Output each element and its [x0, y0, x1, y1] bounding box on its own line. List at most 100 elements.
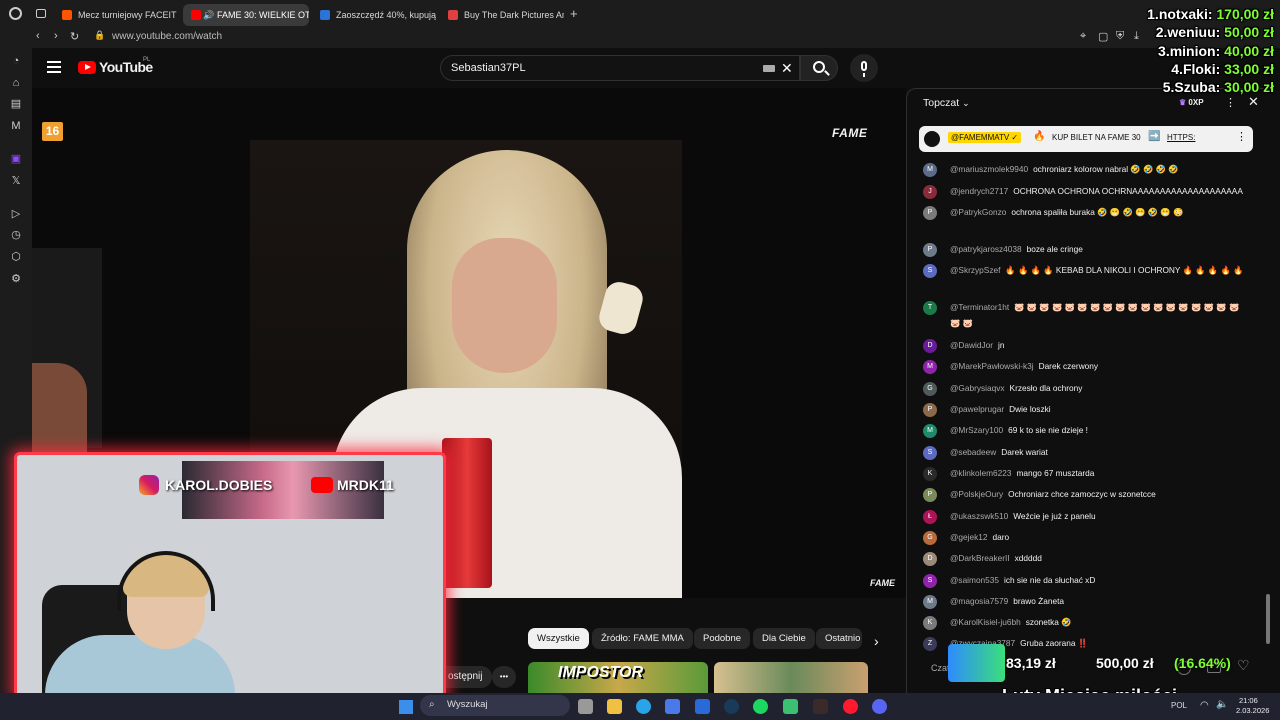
chip-source-fame-mma[interactable]: Źródło: FAME MMA	[592, 628, 693, 649]
history-icon[interactable]: ◷	[10, 229, 22, 241]
avatar[interactable]: M	[923, 163, 937, 177]
steam-icon[interactable]	[724, 699, 739, 714]
search-box[interactable]: Sebastian37PL ✕	[440, 55, 800, 81]
close-chat-icon[interactable]: ✕	[1248, 94, 1259, 110]
clock-time[interactable]: 21:06	[1239, 696, 1258, 705]
avatar[interactable]: Ł	[923, 510, 937, 524]
chat-author[interactable]: @SkrzypSzef	[950, 265, 1000, 275]
new-tab-button[interactable]: +	[570, 6, 578, 21]
player-icon[interactable]: ▷	[10, 208, 22, 220]
tab-overview-icon[interactable]	[36, 9, 46, 18]
related-thumbnail[interactable]	[714, 662, 868, 693]
tab-steam-sale[interactable]: Zaoszczędź 40%, kupując	[312, 4, 436, 26]
opera-icon[interactable]	[843, 699, 858, 714]
chips-next-chevron-icon[interactable]: ›	[874, 633, 879, 649]
chat-author[interactable]: @MarekPawłowski-k3j	[950, 361, 1034, 371]
taskbar-search[interactable]: ⌕ Wyszukaj	[420, 695, 570, 716]
avatar[interactable]: S	[923, 446, 937, 460]
spotify-icon[interactable]	[753, 699, 768, 714]
avatar[interactable]: P	[923, 243, 937, 257]
volume-icon[interactable]: 🔈	[1216, 699, 1228, 710]
avatar[interactable]: P	[923, 403, 937, 417]
chat-author[interactable]: @DarkBreakerII	[950, 553, 1010, 563]
chat-author[interactable]: @DawidJor	[950, 340, 993, 350]
chat-author[interactable]: @KarolKisiel-ju6bh	[950, 617, 1021, 627]
avatar[interactable]: T	[923, 301, 937, 315]
task-view-icon[interactable]	[578, 699, 593, 714]
store-icon[interactable]	[665, 699, 680, 714]
discord-icon[interactable]	[872, 699, 887, 714]
mail-icon[interactable]	[695, 699, 710, 714]
clock-date[interactable]: 2.03.2026	[1236, 706, 1269, 715]
chip-recent[interactable]: Ostatnio	[816, 628, 862, 649]
chat-author[interactable]: @PolskjeOury	[950, 489, 1003, 499]
avatar[interactable]: S	[923, 264, 937, 278]
speed-dial-icon[interactable]: ⌂	[10, 77, 22, 89]
avatar[interactable]: Z	[923, 637, 937, 651]
xbox-icon[interactable]	[783, 699, 798, 714]
voice-search-button[interactable]	[850, 54, 878, 82]
avatar[interactable]: K	[923, 467, 937, 481]
chat-author[interactable]: @Gabrysiaqvx	[950, 383, 1005, 393]
ai-aria-icon[interactable]: ◔	[10, 55, 22, 67]
taskbar-search-input[interactable]: Wyszukaj	[447, 699, 488, 710]
chat-author[interactable]: @sebadeew	[950, 447, 996, 457]
chip-all[interactable]: Wszystkie	[528, 628, 589, 649]
chat-scrollbar[interactable]	[1266, 594, 1270, 644]
chat-author[interactable]: @patrykjarosz4038	[950, 244, 1022, 254]
chat-author[interactable]: @klinkolem6223	[950, 468, 1011, 478]
pin-icon[interactable]: ⌖	[1080, 30, 1086, 43]
keyboard-icon[interactable]	[763, 65, 775, 72]
language-indicator[interactable]: POL	[1171, 701, 1187, 710]
forward-icon[interactable]: ›	[54, 30, 58, 42]
avatar[interactable]: M	[923, 424, 937, 438]
chat-author[interactable]: @gejek12	[950, 532, 988, 542]
windows-start-icon[interactable]	[399, 700, 413, 714]
youtube-logo-icon[interactable]	[78, 61, 96, 74]
chat-author[interactable]: @jendrych2717	[950, 186, 1008, 196]
wifi-icon[interactable]: ◠	[1200, 700, 1209, 711]
reload-icon[interactable]: ↻	[70, 30, 79, 43]
opera-menu-icon[interactable]	[9, 7, 22, 20]
snapshot-icon[interactable]: ▢	[1098, 30, 1108, 43]
back-icon[interactable]: ‹	[36, 30, 40, 42]
tab-dark-pictures[interactable]: Buy The Dark Pictures Ant	[440, 4, 564, 26]
x-twitter-icon[interactable]: 𝕏	[10, 175, 22, 187]
chat-author[interactable]: @Terminator1ht	[950, 302, 1009, 312]
avatar[interactable]: P	[923, 206, 937, 220]
share-button[interactable]: ostępnij	[446, 666, 493, 688]
chat-author[interactable]: @ukaszswk510	[950, 511, 1008, 521]
chat-author[interactable]: @PatrykGonzo	[950, 207, 1006, 217]
avatar[interactable]: D	[923, 339, 937, 353]
chat-author[interactable]: @saimon535	[950, 575, 999, 585]
extensions-icon[interactable]: ⬡	[10, 251, 22, 263]
chat-author[interactable]: @MrSzary100	[950, 425, 1003, 435]
edge-icon[interactable]	[636, 699, 651, 714]
avatar[interactable]: M	[923, 595, 937, 609]
chat-mode-dropdown[interactable]: Topczat ⌄	[923, 97, 970, 109]
search-button[interactable]	[800, 55, 838, 81]
avatar[interactable]: G	[923, 531, 937, 545]
related-thumbnail[interactable]: IMPOSTOR	[528, 662, 708, 693]
chip-similar[interactable]: Podobne	[694, 628, 751, 649]
hamburger-menu-icon[interactable]	[47, 61, 61, 73]
chip-for-you[interactable]: Dla Ciebie	[753, 628, 815, 649]
kebab-menu-icon[interactable]: ⋮	[1225, 96, 1236, 109]
more-actions-button[interactable]: •••	[492, 666, 516, 688]
chat-author[interactable]: @mariuszmolek9940	[950, 164, 1028, 174]
pinned-link[interactable]: HTTPS:	[1167, 133, 1195, 142]
twitch-icon[interactable]: ▣	[10, 153, 22, 165]
tab-youtube-fame[interactable]: 🔊 FAME 30: WIELKIE OT	[183, 4, 309, 26]
pinboard-icon[interactable]: ▤	[10, 98, 22, 110]
pinned-menu-icon[interactable]: ⋮	[1236, 130, 1247, 143]
avatar[interactable]: S	[923, 574, 937, 588]
avatar[interactable]: K	[923, 616, 937, 630]
chat-author[interactable]: @pawelprugar	[950, 404, 1004, 414]
clear-search-icon[interactable]: ✕	[781, 60, 793, 77]
download-icon[interactable]: ⤓	[1134, 30, 1139, 43]
avatar[interactable]: J	[923, 185, 937, 199]
avatar[interactable]: D	[923, 552, 937, 566]
messenger-icon[interactable]: M	[10, 120, 22, 132]
settings-gear-icon[interactable]: ⚙	[10, 273, 22, 285]
search-input[interactable]: Sebastian37PL	[451, 62, 526, 74]
